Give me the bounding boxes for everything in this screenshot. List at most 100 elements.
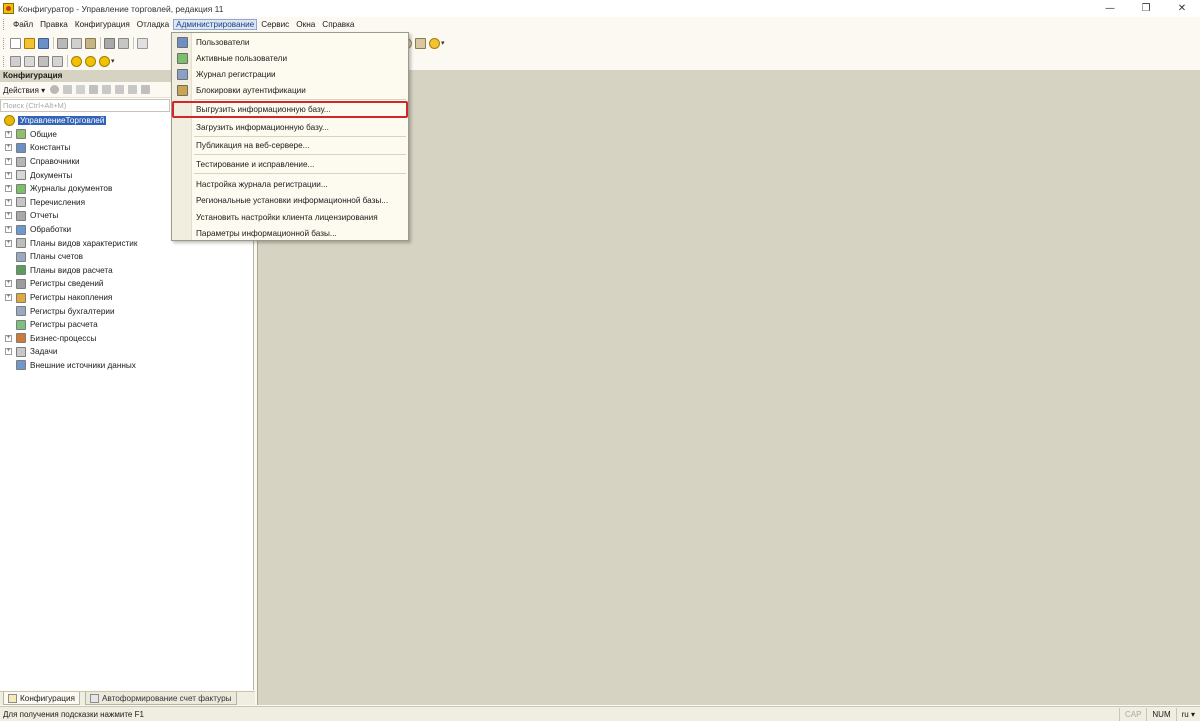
expand-icon[interactable]: + (5, 185, 12, 193)
restore-button[interactable]: ❐ (1128, 0, 1164, 17)
admin-menu-item[interactable]: Региональные установки информационной ба… (173, 193, 407, 208)
expand-icon[interactable]: + (5, 158, 12, 166)
tree-item-label: Внешние источники данных (30, 360, 136, 370)
chevron-down-icon[interactable]: ▾ (441, 39, 445, 47)
char-types-icon (16, 238, 26, 249)
menu-file[interactable]: Файл (10, 19, 36, 30)
tree-item[interactable]: Планы счетов (0, 250, 253, 264)
menu-service[interactable]: Сервис (258, 19, 292, 30)
menu-debug[interactable]: Отладка (134, 19, 172, 30)
debug-start-icon[interactable] (71, 55, 82, 67)
search-input[interactable]: Поиск (Ctrl+Alt+M) (0, 99, 170, 112)
tree-item[interactable]: + Задачи (0, 345, 253, 359)
move-up-icon[interactable] (102, 85, 112, 94)
print-preview-icon[interactable] (118, 37, 129, 49)
cut-icon[interactable] (57, 37, 68, 49)
tree-item-label: Бизнес-процессы (30, 333, 97, 343)
expand-icon[interactable]: + (5, 198, 12, 206)
copy-icon[interactable] (76, 85, 86, 94)
tab-configuration[interactable]: Конфигурация (3, 692, 80, 705)
open-folder-icon[interactable] (24, 37, 35, 49)
edit-icon[interactable] (63, 85, 73, 94)
tree-item[interactable]: Внешние источники данных (0, 359, 253, 373)
config-properties-icon[interactable] (24, 55, 35, 67)
expand-icon[interactable]: + (5, 171, 12, 179)
expand-icon[interactable]: + (5, 144, 12, 152)
accounting-registers-icon (16, 306, 26, 317)
admin-menu-item-label: Параметры информационной базы... (196, 229, 337, 238)
form-wizard-icon[interactable] (415, 37, 426, 49)
menu-edit[interactable]: Правка (37, 19, 71, 30)
constants-icon (16, 142, 26, 153)
tree-item-label: Константы (30, 143, 71, 153)
actions-menu-button[interactable]: Действия ▾ (3, 85, 45, 95)
menu-configuration[interactable]: Конфигурация (72, 19, 133, 30)
admin-menu-item[interactable]: Настройка журнала регистрации... (173, 177, 407, 192)
info-icon[interactable] (429, 37, 440, 49)
admin-menu-item[interactable]: Тестирование и исправление... (173, 157, 407, 172)
admin-menu-item[interactable]: Публикация на веб-сервере... (173, 138, 407, 153)
tree-item-label: Общие (30, 129, 57, 139)
administration-menu: Пользователи Активные пользователи Журнал … (171, 32, 409, 241)
run-enterprise-icon[interactable] (85, 55, 96, 67)
tree-item[interactable]: + Регистры накопления (0, 291, 253, 305)
paste-icon[interactable] (85, 37, 96, 49)
active-users-icon (177, 53, 188, 64)
expand-icon[interactable]: + (5, 294, 12, 302)
admin-menu-item[interactable]: Журнал регистрации (173, 67, 407, 82)
expand-icon[interactable]: + (5, 334, 12, 342)
print-icon[interactable] (104, 37, 115, 49)
menu-bar: Файл Правка Конфигурация Отладка Админис… (0, 17, 1200, 32)
menu-windows[interactable]: Окна (293, 19, 318, 30)
add-icon[interactable] (50, 85, 60, 94)
tree-item[interactable]: + Бизнес-процессы (0, 332, 253, 346)
admin-menu-item[interactable]: Блокировки аутентификации (173, 83, 407, 98)
chevron-down-icon[interactable]: ▾ (111, 57, 115, 65)
undo-icon[interactable] (137, 37, 148, 49)
data-processors-icon (16, 224, 26, 235)
tree-item-label: Регистры бухгалтерии (30, 306, 115, 316)
window-tab-icon (89, 693, 99, 703)
move-down-icon[interactable] (115, 85, 125, 94)
run-debug-icon[interactable] (99, 55, 110, 67)
expand-icon[interactable]: + (5, 130, 12, 138)
db-update-icon[interactable] (38, 55, 49, 67)
menu-help[interactable]: Справка (319, 19, 357, 30)
expand-icon[interactable]: + (5, 348, 12, 356)
filter-icon[interactable] (141, 85, 151, 94)
admin-menu-item[interactable]: Параметры информационной базы... (173, 226, 407, 241)
enums-icon (16, 197, 26, 208)
table-icon[interactable] (52, 55, 63, 67)
expand-icon[interactable]: + (5, 226, 12, 234)
tree-item-label: Регистры накопления (30, 293, 113, 303)
sort-icon[interactable] (128, 85, 138, 94)
close-button[interactable]: ✕ (1164, 0, 1200, 17)
admin-menu-item[interactable]: Активные пользователи (173, 51, 407, 66)
tree-item-label: Планы счетов (30, 252, 84, 262)
users-icon (177, 37, 188, 48)
config-toolbar: ▾ (0, 52, 118, 70)
delete-icon[interactable] (89, 85, 99, 94)
menu-administration[interactable]: Администрирование (173, 19, 258, 30)
expand-icon[interactable]: + (5, 212, 12, 220)
documents-icon (16, 170, 26, 181)
admin-menu-item[interactable]: Пользователи (173, 35, 407, 50)
new-file-icon[interactable] (10, 37, 21, 49)
status-hint: Для получения подсказки нажмите F1 (3, 709, 144, 719)
tree-item[interactable]: + Регистры сведений (0, 277, 253, 291)
copy-icon[interactable] (71, 37, 82, 49)
toolbar-separator (53, 37, 54, 49)
minimize-button[interactable]: — (1092, 0, 1128, 17)
reports-icon (16, 210, 26, 221)
tree-item[interactable]: Регистры расчета (0, 318, 253, 332)
config-tree-icon[interactable] (10, 55, 21, 67)
expand-icon[interactable]: + (5, 280, 12, 288)
tree-item[interactable]: Регистры бухгалтерии (0, 304, 253, 318)
expand-icon[interactable]: + (5, 239, 12, 247)
admin-menu-item[interactable]: Установить настройки клиента лицензирова… (173, 210, 407, 225)
language-indicator[interactable]: ru ▾ (1175, 707, 1200, 721)
tab-invoice-auto[interactable]: Автоформирование счет фактуры (84, 692, 237, 705)
save-icon[interactable] (38, 37, 49, 49)
admin-menu-item[interactable]: Загрузить информационную базу... (173, 120, 407, 135)
tree-item[interactable]: Планы видов расчета (0, 264, 253, 278)
